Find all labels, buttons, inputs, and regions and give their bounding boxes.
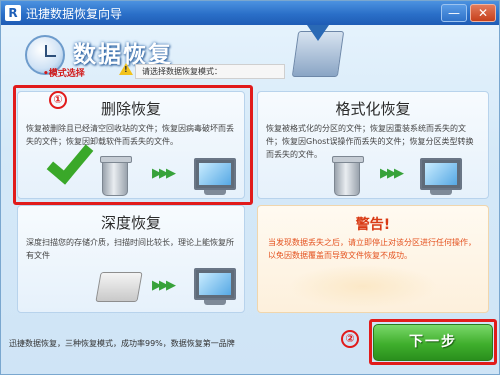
monitor-icon <box>420 158 462 190</box>
title-bar: R 迅捷数据恢复向导 — ✕ <box>1 1 499 25</box>
close-button[interactable]: ✕ <box>470 4 496 22</box>
download-arrow-icon <box>307 25 329 41</box>
monitor-icon <box>194 268 236 300</box>
decorative-glow <box>288 264 438 309</box>
deep-recovery-card[interactable]: 深度恢复 深度扫描您的存储介质，扫描时间比较长，理论上能恢复所有文件 ▶▶▶ <box>17 205 245 313</box>
monitor-stand <box>430 190 452 195</box>
mode-select-label: •模式选择 <box>43 69 85 79</box>
warning-title: 警告! <box>355 217 391 233</box>
forward-arrows-icon: ▶▶▶ <box>152 278 176 293</box>
recycle-bin-icon <box>332 156 364 196</box>
annotation-one: ① <box>49 91 67 109</box>
footer-text: 迅捷数据恢复，三种恢复模式，成功率99%，数据恢复第一品牌 <box>9 339 235 348</box>
monitor-stand <box>204 300 226 305</box>
warning-icon: ! <box>119 63 133 75</box>
highlight-frame-2 <box>369 319 497 365</box>
header: 数据恢复 •模式选择 ! 请选择数据恢复模式： <box>15 25 485 87</box>
deep-recovery-title: 深度恢复 <box>100 214 161 232</box>
main-window: R 迅捷数据恢复向导 — ✕ 数据恢复 •模式选择 ! 请选择数据恢复模式： 删… <box>0 0 500 375</box>
format-recovery-card[interactable]: 格式化恢复 恢复被格式化的分区的文件；恢复因重装系统而丢失的文件；恢复因Ghos… <box>257 91 489 199</box>
app-icon: R <box>5 5 21 21</box>
warning-card: 警告! 当发现数据丢失之后，请立即停止对该分区进行任何操作，以免因数据覆盖而导致… <box>257 205 489 313</box>
forward-arrows-icon: ▶▶▶ <box>380 166 404 181</box>
format-recovery-desc: 恢复被格式化的分区的文件；恢复因重装系统而丢失的文件；恢复因Ghost误操作而丢… <box>266 124 474 159</box>
mode-hint: 请选择数据恢复模式： <box>135 64 285 79</box>
format-recovery-title: 格式化恢复 <box>335 100 411 118</box>
minimize-button[interactable]: — <box>441 4 467 22</box>
annotation-two: ② <box>341 330 359 348</box>
window-title: 迅捷数据恢复向导 <box>26 6 123 21</box>
warning-text: 当发现数据丢失之后，请立即停止对该分区进行任何操作，以免因数据覆盖而导致文件恢复… <box>268 238 476 260</box>
hard-drive-icon <box>95 272 143 302</box>
deep-recovery-desc: 深度扫描您的存储介质，扫描时间比较长，理论上能恢复所有文件 <box>26 238 234 260</box>
